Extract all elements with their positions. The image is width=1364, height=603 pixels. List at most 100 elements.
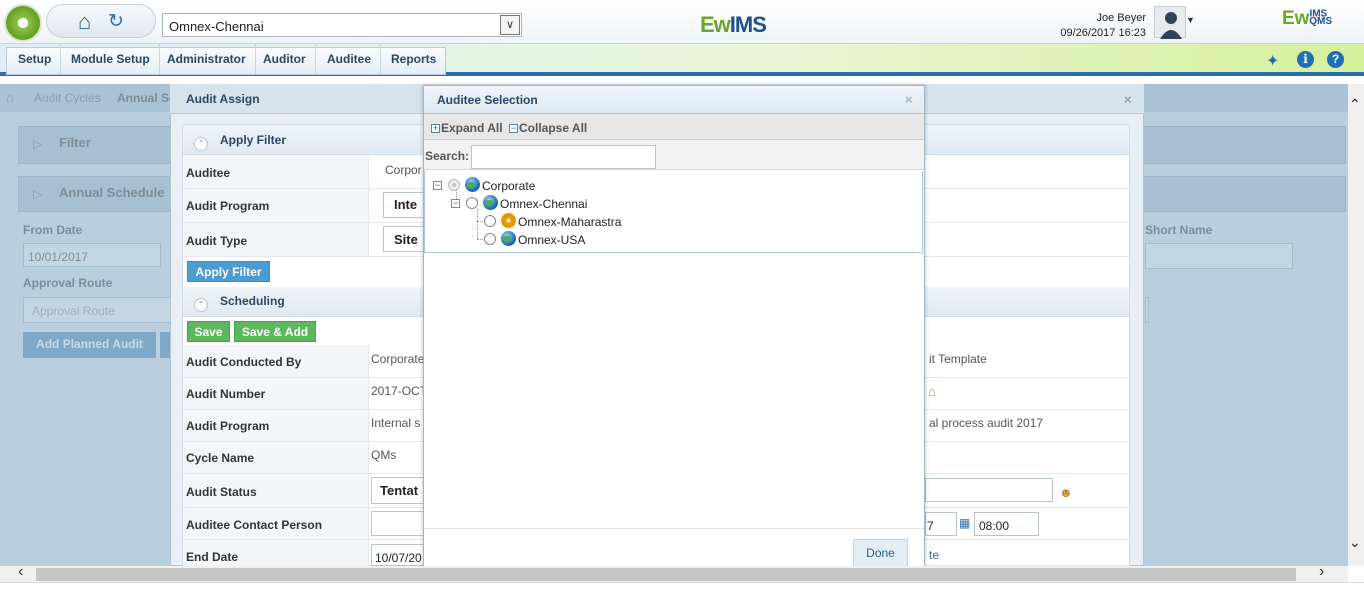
- close-icon[interactable]: ×: [1124, 92, 1132, 107]
- audit-program-right-value: al process audit 2017: [929, 416, 1044, 430]
- scheduling-section-title[interactable]: Scheduling: [220, 294, 285, 308]
- refresh-icon[interactable]: ↻: [108, 12, 124, 31]
- audit-template-value: it Template: [929, 352, 987, 366]
- users-icon[interactable]: ☻: [1059, 485, 1073, 500]
- globe-icon: [483, 195, 498, 210]
- tree-radio-corporate[interactable]: [448, 179, 460, 191]
- scroll-right-icon[interactable]: ›: [1319, 563, 1324, 581]
- home-icon[interactable]: ⌂: [78, 11, 91, 33]
- user-menu-chevron-icon[interactable]: ▼: [1186, 15, 1195, 25]
- search-label: Search:: [425, 149, 470, 163]
- tree-collapse-icon[interactable]: −: [433, 181, 442, 190]
- from-date-label: From Date: [23, 223, 83, 237]
- tree-node-corporate[interactable]: Corporate: [482, 179, 535, 193]
- tree-node-omnex-usa[interactable]: Omnex-USA: [518, 233, 585, 247]
- annual-schedule-expand-icon[interactable]: ▷: [33, 187, 42, 201]
- auditor-field[interactable]: [925, 478, 1053, 502]
- brand-center-suffix: IMS: [729, 12, 767, 37]
- user-datetime: 09/26/2017 16:23: [1060, 27, 1146, 39]
- breadcrumb-annual-schedule[interactable]: Annual Sc: [117, 91, 176, 105]
- menu-reports[interactable]: Reports: [382, 44, 445, 74]
- breadcrumb-home-icon[interactable]: ⌂: [6, 90, 14, 105]
- brand-right-prefix: Ew: [1282, 8, 1310, 29]
- collapse-icon[interactable]: ⌃: [194, 298, 208, 312]
- audit-program-value-2: Internal s: [371, 416, 421, 430]
- short-name-field[interactable]: [1145, 243, 1293, 269]
- done-button[interactable]: Done: [853, 539, 908, 567]
- globe-icon: [465, 177, 480, 192]
- tree-radio-omnex-usa[interactable]: [484, 233, 496, 245]
- end-date-value: 10/07/20: [375, 551, 422, 565]
- tree-node-omnex-maharastra[interactable]: Omnex-Maharastra: [518, 215, 621, 229]
- scroll-left-icon[interactable]: ‹: [18, 563, 23, 581]
- cycle-name-label: Cycle Name: [186, 451, 255, 465]
- save-button[interactable]: Save: [187, 321, 230, 342]
- expand-all-icon[interactable]: +: [431, 124, 440, 133]
- site-select[interactable]: Omnex-Chennai: [162, 13, 522, 37]
- vertical-scrollbar[interactable]: [1348, 84, 1364, 566]
- annual-schedule-label[interactable]: Annual Schedule: [59, 185, 164, 200]
- home-nav-pill: [46, 4, 156, 38]
- avatar[interactable]: [1154, 6, 1186, 39]
- save-and-add-button[interactable]: Save & Add: [234, 321, 316, 342]
- apply-filter-section-title[interactable]: Apply Filter: [220, 133, 286, 147]
- audit-status-label: Audit Status: [186, 485, 257, 499]
- help-icon[interactable]: ?: [1327, 51, 1344, 68]
- menu-setup[interactable]: Setup: [9, 44, 62, 74]
- audit-program-label-2: Audit Program: [186, 419, 270, 433]
- tree-connector: [477, 209, 478, 239]
- brand-right-sub: QMS: [1309, 16, 1333, 27]
- approval-route-placeholder: Approval Route: [32, 304, 115, 318]
- filter-expand-icon[interactable]: ▷: [33, 137, 42, 151]
- info-icon[interactable]: i: [1297, 51, 1314, 68]
- audit-program-label: Audit Program: [186, 199, 270, 213]
- audit-number-value: 2017-OCT: [371, 384, 428, 398]
- tree-collapse-icon[interactable]: −: [451, 199, 460, 208]
- from-date-value: 10/01/2017: [28, 250, 89, 264]
- user-name: Joe Beyer: [1096, 12, 1146, 24]
- audit-type-select-value: Site: [394, 232, 418, 247]
- audit-type-label: Audit Type: [186, 234, 248, 248]
- close-icon[interactable]: ×: [905, 92, 913, 107]
- end-date-right-link[interactable]: te: [929, 548, 939, 562]
- audit-number-label: Audit Number: [186, 387, 266, 401]
- scroll-down-icon[interactable]: ⌄: [1349, 534, 1361, 551]
- pin-icon[interactable]: ✦: [1266, 51, 1279, 71]
- auditee-contact-person-field[interactable]: [371, 511, 427, 536]
- menu-auditor[interactable]: Auditor: [254, 44, 316, 74]
- collapse-icon[interactable]: ⌃: [194, 137, 208, 151]
- building-icon[interactable]: ⌂: [928, 384, 942, 399]
- audit-program-select-value: Inte: [394, 197, 418, 212]
- breadcrumb-audit-cycles[interactable]: Audit Cycles: [34, 91, 101, 105]
- chevron-down-icon[interactable]: ∨: [500, 15, 520, 35]
- menu-auditee[interactable]: Auditee: [318, 44, 382, 74]
- expand-all-button[interactable]: Expand All: [441, 121, 503, 135]
- bottom-strip: [0, 582, 1364, 603]
- tree-radio-omnex-maharastra[interactable]: [484, 215, 496, 227]
- search-input[interactable]: [471, 145, 656, 169]
- collapse-all-button[interactable]: Collapse All: [519, 121, 587, 135]
- app-logo[interactable]: [4, 4, 42, 42]
- audit-conducted-by-label: Audit Conducted By: [186, 355, 302, 369]
- tree-radio-omnex-chennai[interactable]: [466, 197, 478, 209]
- auditee-selection-title: Auditee Selection: [437, 93, 538, 107]
- menu-module-setup[interactable]: Module Setup: [62, 44, 160, 74]
- short-name-label: Short Name: [1145, 223, 1213, 237]
- collapse-all-icon[interactable]: −: [509, 124, 518, 133]
- add-planned-audit-button[interactable]: Add Planned Audit: [23, 332, 156, 358]
- auditee-contact-person-label: Auditee Contact Person: [186, 518, 323, 532]
- filter-label[interactable]: Filter: [59, 135, 91, 150]
- dialog-footer: [424, 528, 924, 566]
- apply-filter-button[interactable]: Apply Filter: [187, 261, 270, 282]
- scroll-up-icon[interactable]: ⌃: [1349, 96, 1361, 113]
- menu-administrator[interactable]: Administrator: [158, 44, 256, 74]
- brand-logo-right: EwIMSQMS: [1282, 8, 1360, 36]
- calendar-icon[interactable]: ▦: [959, 516, 970, 530]
- auditee-label: Auditee: [186, 166, 231, 180]
- globe-icon: [501, 231, 516, 246]
- tree-node-omnex-chennai[interactable]: Omnex-Chennai: [500, 197, 587, 211]
- start-time-value: 08:00: [979, 519, 1010, 533]
- brand-center-prefix: Ew: [700, 12, 731, 37]
- horizontal-scroll-thumb[interactable]: [36, 568, 1296, 581]
- approval-route-label: Approval Route: [23, 276, 113, 290]
